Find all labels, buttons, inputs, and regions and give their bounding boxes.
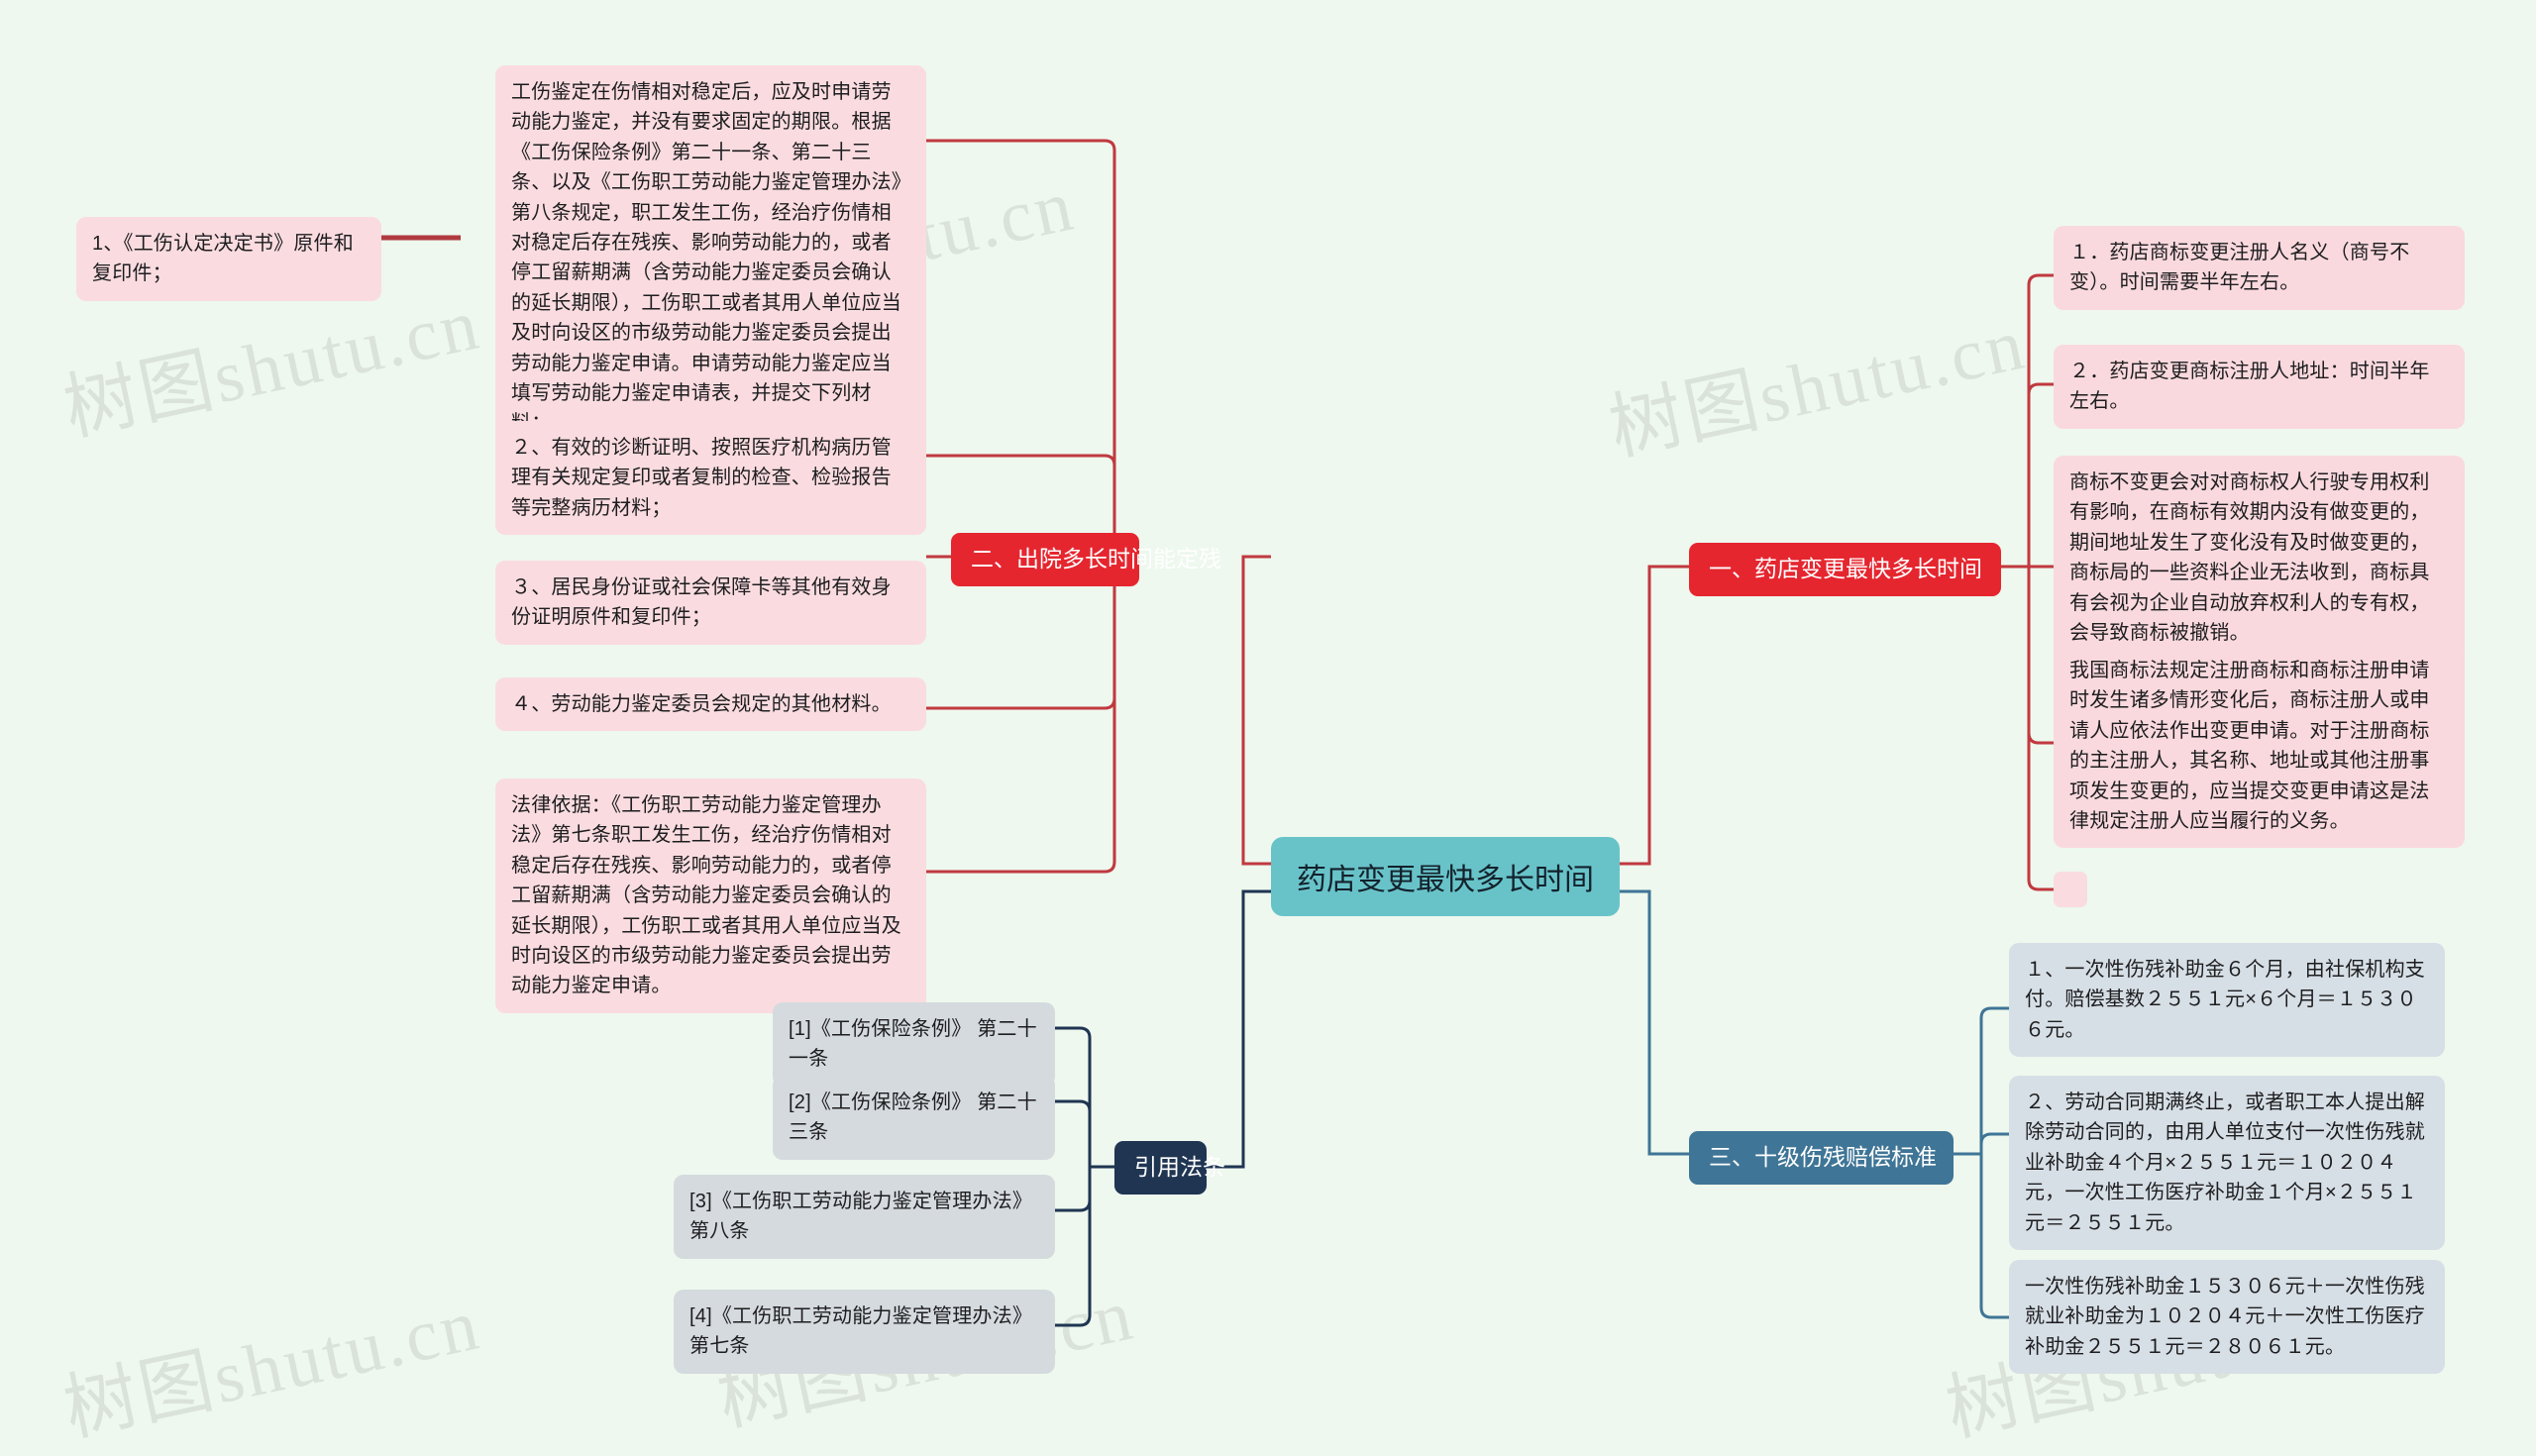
leaf-material-3[interactable]: ３、居民身份证或社会保障卡等其他有效身份证明原件和复印件； (495, 561, 926, 645)
leaf-material-4[interactable]: ４、劳动能力鉴定委员会规定的其他材料。 (495, 677, 926, 732)
leaf-yaodian-5[interactable] (2054, 872, 2087, 907)
leaf-yaodian-2[interactable]: ２．药店变更商标注册人地址：时间半年左右。 (2054, 345, 2465, 429)
leaf-material-1[interactable]: 1、《工伤认定决定书》原件和复印件； (76, 217, 381, 301)
watermark: 树图shutu.cn (56, 1284, 488, 1452)
leaf-yaodian-4[interactable]: 我国商标法规定注册商标和商标注册申请时发生诸多情形变化后，商标注册人或申请人应依… (2054, 644, 2465, 849)
leaf-gongshang-jianding[interactable]: 工伤鉴定在伤情相对稳定后，应及时申请劳动能力鉴定，并没有要求固定的期限。根据《工… (495, 65, 926, 451)
leaf-peichang-2[interactable]: ２、劳动合同期满终止，或者职工本人提出解除劳动合同的，由用人单位支付一次性伤残就… (2009, 1076, 2445, 1250)
branch-header-yaodian-biangeng[interactable]: 一、药店变更最快多长时间 (1689, 543, 2001, 596)
leaf-peichang-3[interactable]: 一次性伤残补助金１５３０６元＋一次性伤残就业补助金为１０２０４元＋一次性工伤医疗… (2009, 1260, 2445, 1375)
leaf-material-2[interactable]: ２、有效的诊断证明、按照医疗机构病历管理有关规定复印或者复制的检查、检验报告等完… (495, 421, 926, 536)
leaf-law-4[interactable]: [4]《工伤职工劳动能力鉴定管理办法》 第七条 (674, 1290, 1055, 1374)
watermark: 树图shutu.cn (1602, 303, 2034, 471)
branch-header-yinyong-fatiao[interactable]: 引用法条 (1114, 1141, 1225, 1195)
branch-header-shiji-peichang[interactable]: 三、十级伤残赔偿标准 (1689, 1131, 1954, 1185)
leaf-peichang-1[interactable]: １、一次性伤残补助金６个月，由社保机构支付。赔偿基数２５５１元×６个月＝１５３０… (2009, 943, 2445, 1058)
root-node[interactable]: 药店变更最快多长时间 (1271, 837, 1620, 916)
mindmap-canvas: 树图shutu.cn 树图shutu.cn 树图shutu.cn 树图shutu… (0, 0, 2536, 1451)
leaf-law-1[interactable]: [1]《工伤保险条例》 第二十一条 (773, 1002, 1055, 1087)
branch-header-chuyuan[interactable]: 二、出院多长时间能定残 (951, 533, 1221, 586)
leaf-yaodian-1[interactable]: １．药店商标变更注册人名义（商号不变）。时间需要半年左右。 (2054, 226, 2465, 310)
leaf-legal-basis[interactable]: 法律依据：《工伤职工劳动能力鉴定管理办法》第七条职工发生工伤，经治疗伤情相对稳定… (495, 779, 926, 1013)
leaf-law-3[interactable]: [3]《工伤职工劳动能力鉴定管理办法》 第八条 (674, 1175, 1055, 1259)
leaf-yaodian-3[interactable]: 商标不变更会对对商标权人行驶专用权利有影响，在商标有效期内没有做变更的，期间地址… (2054, 456, 2465, 661)
leaf-law-2[interactable]: [2]《工伤保险条例》 第二十三条 (773, 1076, 1055, 1160)
